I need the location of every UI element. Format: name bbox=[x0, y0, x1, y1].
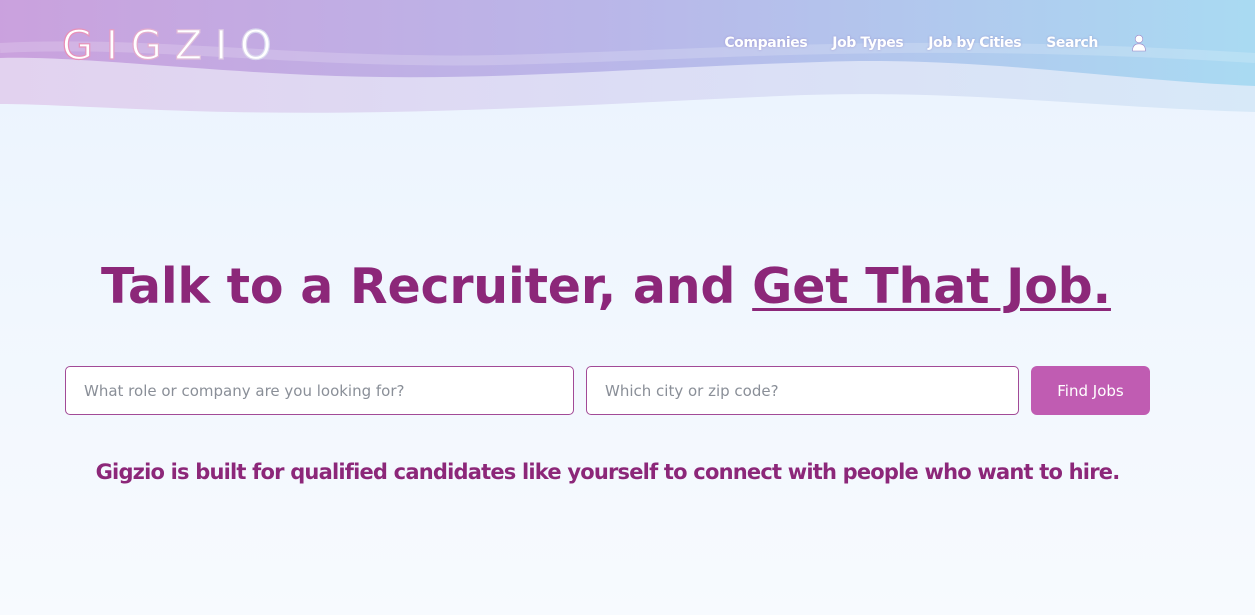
find-jobs-button[interactable]: Find Jobs bbox=[1031, 366, 1150, 415]
nav-job-by-cities[interactable]: Job by Cities bbox=[928, 35, 1021, 51]
user-icon[interactable] bbox=[1131, 34, 1147, 52]
main-nav: Companies Job Types Job by Cities Search bbox=[724, 32, 1147, 54]
nav-companies[interactable]: Companies bbox=[724, 35, 807, 51]
headline-emphasis: Get That Job. bbox=[752, 258, 1111, 315]
gigzio-logo[interactable]: GIGZIO bbox=[62, 18, 302, 66]
headline-lead: Talk to a Recruiter, and bbox=[101, 258, 753, 315]
role-search-input[interactable] bbox=[65, 366, 574, 415]
nav-job-types[interactable]: Job Types bbox=[832, 35, 903, 51]
logo-text: GIGZIO bbox=[62, 23, 284, 66]
hero-headline: Talk to a Recruiter, and Get That Job. bbox=[0, 258, 1212, 315]
hero-tagline: Gigzio is built for qualified candidates… bbox=[95, 460, 1121, 484]
city-search-input[interactable] bbox=[586, 366, 1019, 415]
nav-search[interactable]: Search bbox=[1046, 35, 1098, 51]
